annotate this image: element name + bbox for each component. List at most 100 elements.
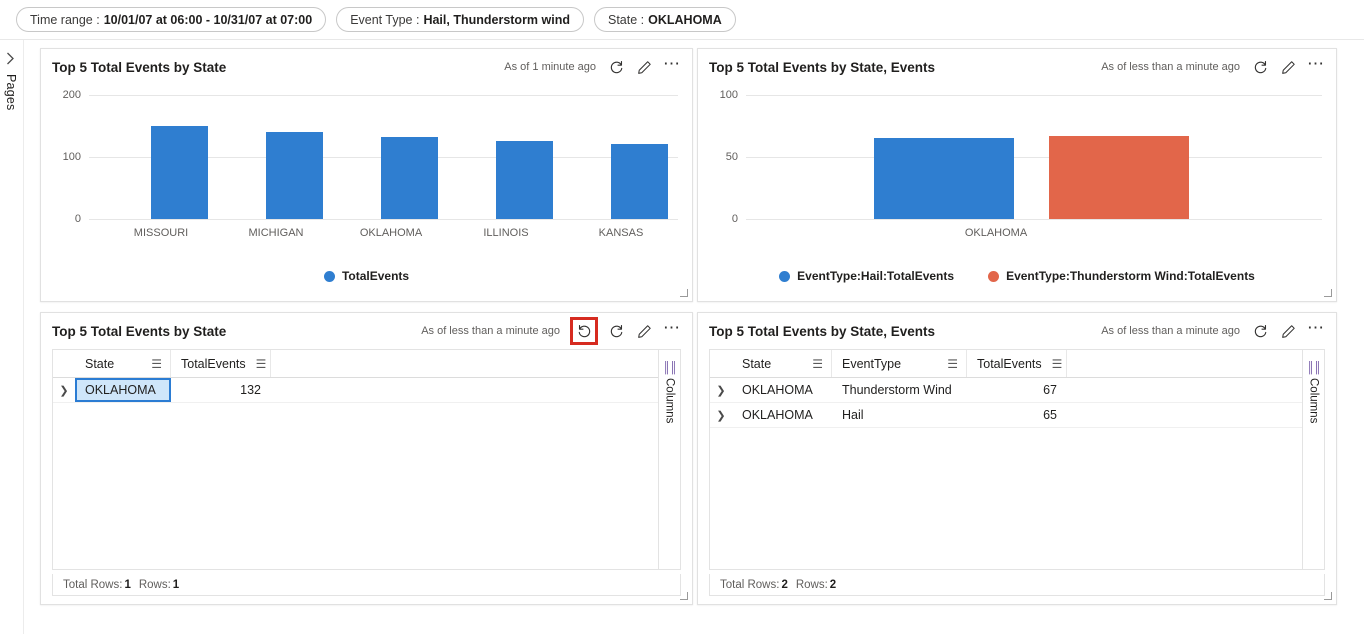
column-header-totalevents[interactable]: TotalEvents ☰ [967,350,1067,377]
legend-item-totalevents[interactable]: TotalEvents [323,269,409,283]
grid-footer: Total Rows: 1 Rows: 1 [52,574,681,596]
cell-totalevents[interactable]: 67 [967,378,1067,402]
y-tick: 100 [719,89,738,101]
row-expander-icon[interactable]: ❯ [710,384,732,397]
more-options-icon[interactable]: ⋯ [1306,55,1326,77]
columns-tab-label: Columns [663,378,676,424]
refresh-icon[interactable] [606,321,626,341]
row-expander-icon[interactable]: ❯ [710,409,732,422]
legend-color-swatch [323,270,335,282]
as-of-label: As of less than a minute ago [1101,61,1240,73]
bar-kansas[interactable] [611,144,668,219]
panel-top5-total-events-by-state-chart: Top 5 Total Events by State As of 1 minu… [40,48,693,302]
legend-label: EventType:Hail:TotalEvents [797,269,955,283]
table-row[interactable]: ❯ OKLAHOMA 132 [53,378,658,403]
y-tick: 50 [725,151,738,163]
grid-main: State ☰ EventType ☰ TotalEvents ☰ ❯ OKLA… [710,350,1302,569]
panel-resize-handle[interactable] [1323,288,1333,298]
filter-pill-time-range[interactable]: Time range : 10/01/07 at 06:00 - 10/31/0… [16,7,327,32]
panel-top5-total-events-by-state-events-table: Top 5 Total Events by State, Events As o… [697,312,1337,605]
x-tick: KANSAS [598,227,644,239]
column-menu-icon[interactable]: ☰ [141,358,162,370]
panel-resize-handle[interactable] [1323,591,1333,601]
bar-chart-top5-by-state: 200 100 0 MISSOURI MICHIGAN OKLAHOMA ILL… [41,85,692,301]
column-header-totalevents[interactable]: TotalEvents ☰ [171,350,271,377]
filter-pill-state[interactable]: State : OKLAHOMA [594,7,736,32]
cell-state[interactable]: OKLAHOMA [732,403,832,427]
grid-header-filler [1067,350,1302,377]
as-of-label: As of less than a minute ago [421,325,560,337]
results-grid: State ☰ TotalEvents ☰ ❯ OKLAHOMA 132 ║║ … [52,349,681,570]
chart-legend: EventType:Hail:TotalEvents EventType:Thu… [698,269,1336,283]
more-options-icon[interactable]: ⋯ [1306,319,1326,341]
column-header-label: TotalEvents [181,356,246,371]
refresh-icon[interactable] [606,57,626,77]
more-options-icon[interactable]: ⋯ [662,319,682,341]
filter-pill-event-type[interactable]: Event Type : Hail, Thunderstorm wind [336,7,584,32]
chart-legend: TotalEvents [41,269,692,283]
bar-illinois[interactable] [496,141,553,219]
total-rows-value: 1 [124,578,131,591]
column-header-label: TotalEvents [977,356,1042,371]
cell-state[interactable]: OKLAHOMA [75,378,171,402]
bar-oklahoma-hail[interactable] [874,138,1014,219]
column-menu-icon[interactable]: ☰ [1042,358,1063,370]
column-header-label: State [742,356,772,371]
panel-title: Top 5 Total Events by State [52,59,227,75]
legend-color-swatch [988,270,1000,282]
columns-icon: ║║ [1306,362,1322,374]
column-menu-icon[interactable]: ☰ [246,358,267,370]
column-header-eventtype[interactable]: EventType ☰ [832,350,967,377]
bar-oklahoma-thunderstorm-wind[interactable] [1049,136,1189,219]
more-options-icon[interactable]: ⋯ [662,55,682,77]
column-header-state[interactable]: State ☰ [732,350,832,377]
x-tick: MISSOURI [133,227,189,239]
bar-michigan[interactable] [266,132,323,219]
panel-header: Top 5 Total Events by State, Events As o… [698,49,1336,85]
row-expander-icon[interactable]: ❯ [53,384,75,397]
cell-eventtype[interactable]: Thunderstorm Wind [832,378,967,402]
column-menu-icon[interactable]: ☰ [937,358,958,370]
grid-footer: Total Rows: 2 Rows: 2 [709,574,1325,596]
bar-oklahoma[interactable] [381,137,438,219]
y-tick: 200 [62,89,81,101]
cell-eventtype[interactable]: Hail [832,403,967,427]
edit-pencil-icon[interactable] [1278,57,1298,77]
edit-pencil-icon[interactable] [634,57,654,77]
columns-side-tab[interactable]: ║║ Columns [658,350,680,569]
cell-state[interactable]: OKLAHOMA [732,378,832,402]
gridline-0 [746,219,1322,220]
cell-totalevents[interactable]: 132 [171,378,271,402]
x-tick: MICHIGAN [248,227,304,239]
bar-missouri[interactable] [151,126,208,219]
reset-icon-highlighted[interactable] [570,317,598,345]
panel-resize-handle[interactable] [679,288,689,298]
x-tick: ILLINOIS [483,227,529,239]
filter-label: State : [608,12,645,27]
gridline-0 [89,219,678,220]
table-row[interactable]: ❯ OKLAHOMA Hail 65 [710,403,1302,428]
grid-header-row: State ☰ TotalEvents ☰ [53,350,658,378]
total-rows-label: Total Rows: [720,578,780,591]
as-of-label: As of 1 minute ago [504,61,596,73]
panel-resize-handle[interactable] [679,591,689,601]
panel-header-actions: As of less than a minute ago ⋯ [421,317,682,345]
refresh-icon[interactable] [1250,321,1270,341]
rows-label: Rows: [138,578,171,591]
edit-pencil-icon[interactable] [1278,321,1298,341]
panel-title: Top 5 Total Events by State, Events [709,323,936,339]
column-header-state[interactable]: State ☰ [75,350,171,377]
cell-totalevents[interactable]: 65 [967,403,1067,427]
refresh-icon[interactable] [1250,57,1270,77]
chevron-right-icon[interactable] [6,52,18,66]
legend-item-hail[interactable]: EventType:Hail:TotalEvents [779,269,954,283]
column-menu-icon[interactable]: ☰ [802,358,823,370]
edit-pencil-icon[interactable] [634,321,654,341]
table-row[interactable]: ❯ OKLAHOMA Thunderstorm Wind 67 [710,378,1302,403]
legend-label: EventType:Thunderstorm Wind:TotalEvents [1006,269,1255,283]
panel-title: Top 5 Total Events by State, Events [709,59,936,75]
legend-item-thunderstorm-wind[interactable]: EventType:Thunderstorm Wind:TotalEvents [988,269,1255,283]
panel-top5-total-events-by-state-table: Top 5 Total Events by State As of less t… [40,312,693,605]
columns-side-tab[interactable]: ║║ Columns [1302,350,1324,569]
grid-corner-cell [53,350,75,377]
